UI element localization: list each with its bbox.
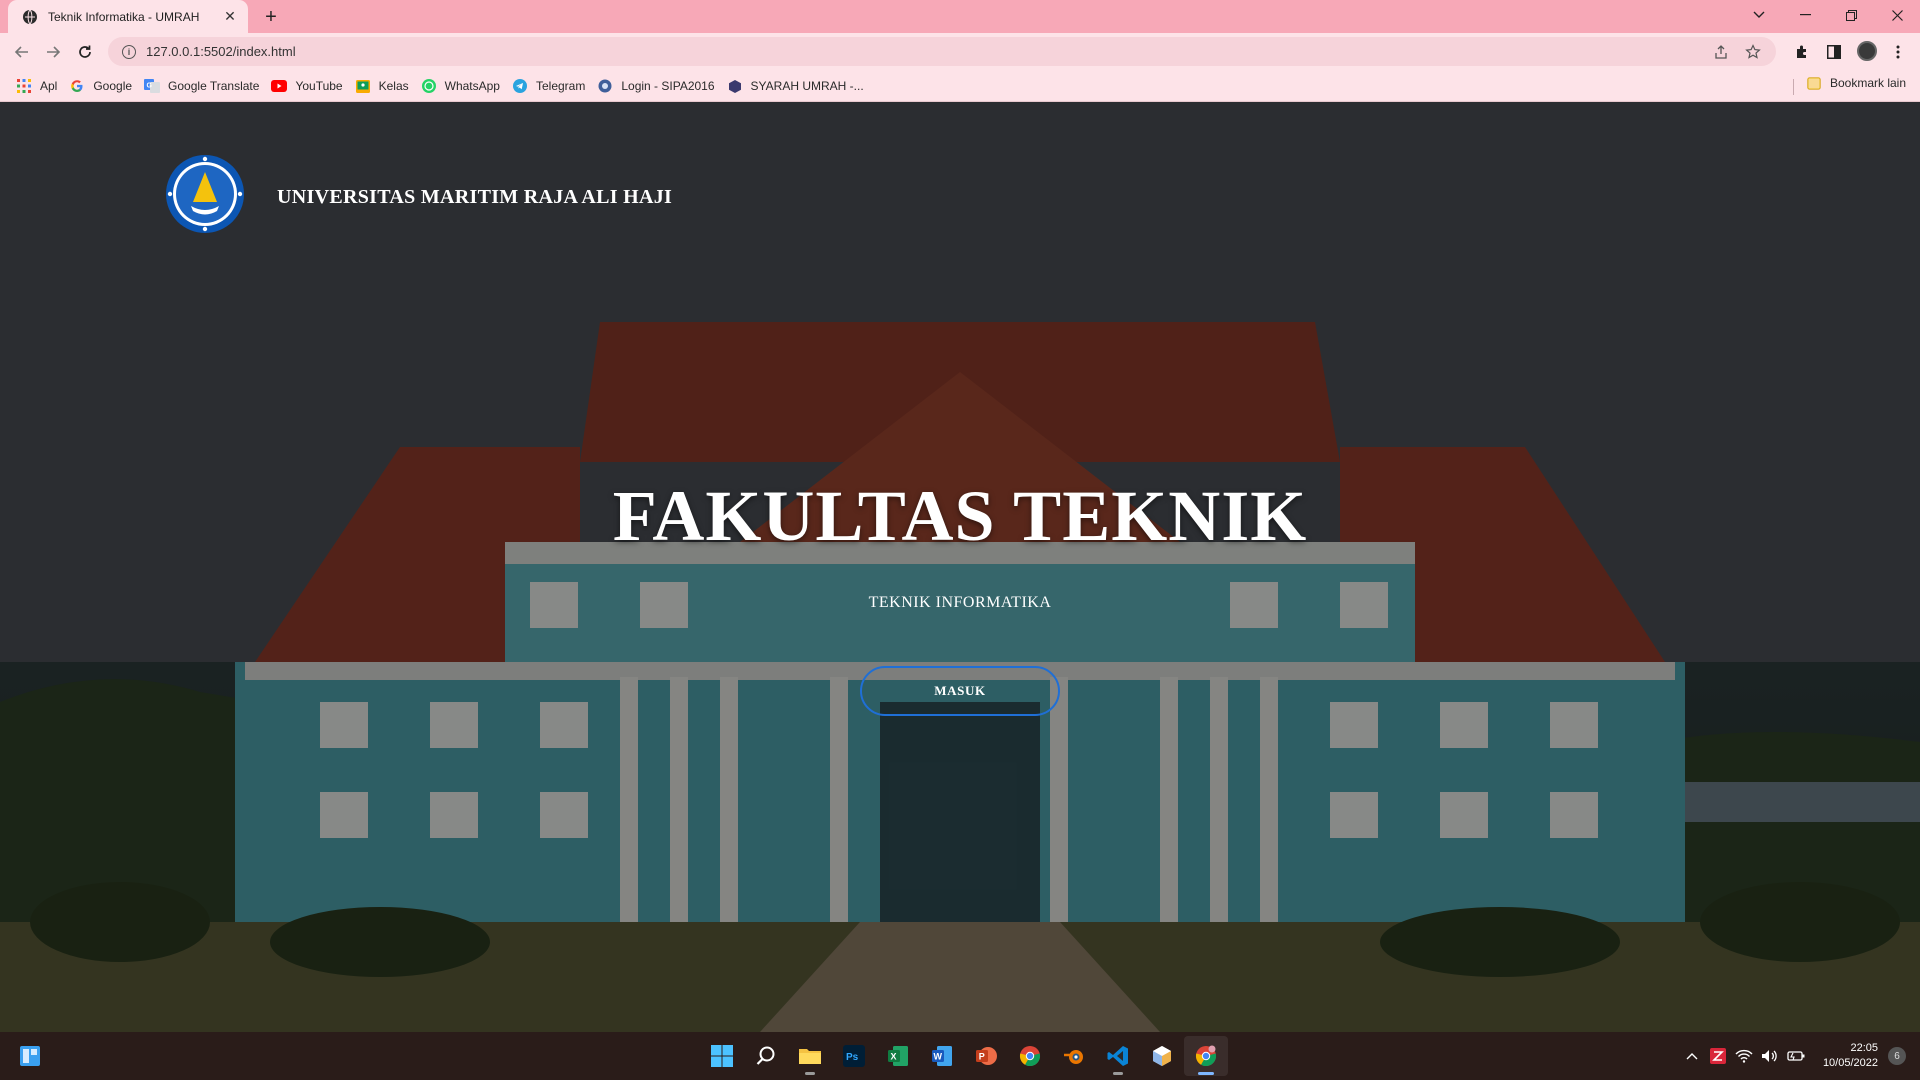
svg-text:Ps: Ps [846,1052,859,1063]
bookmark-label: YouTube [295,79,343,93]
masuk-button[interactable]: MASUK [860,666,1060,716]
vscode-icon[interactable] [1096,1036,1140,1076]
bookmark-star-icon[interactable] [1744,43,1762,61]
bookmark-label: Login - SIPA2016 [621,79,715,93]
google-icon [69,78,85,94]
close-window-icon[interactable] [1875,0,1919,30]
extensions-icon[interactable] [1792,42,1812,62]
whatsapp-icon [421,78,437,94]
apps-grid-icon [16,78,32,94]
address-url[interactable]: 127.0.0.1:5502/index.html [146,44,1698,59]
app-tray-icon[interactable] [1707,1045,1729,1067]
bookmark-sipa[interactable]: Login - SIPA2016 [593,74,722,98]
minimize-icon[interactable] [1783,0,1827,30]
notification-badge[interactable]: 6 [1888,1047,1906,1065]
hero-subtitle: TEKNIK INFORMATIKA [868,594,1052,611]
profile-avatar[interactable] [1857,41,1877,61]
globe-icon [22,9,38,25]
reload-icon[interactable] [73,40,97,64]
menu-kebab-icon[interactable] [1888,42,1908,62]
bookmark-label: Google [93,79,133,93]
powerpoint-icon[interactable]: P [964,1036,1008,1076]
other-bookmarks[interactable]: Bookmark lain [1806,75,1906,91]
bookmark-apps[interactable]: Apl [12,74,65,98]
chrome-icon[interactable] [1008,1036,1052,1076]
svg-text:P: P [979,1052,985,1062]
bookmark-label: Apl [40,79,58,93]
sipa-icon [597,78,613,94]
bookmark-telegram[interactable]: Telegram [508,74,593,98]
university-logo [166,155,244,233]
clock-date: 10/05/2022 [1822,1057,1878,1069]
blender-icon[interactable] [1052,1036,1096,1076]
bookmark-whatsapp[interactable]: WhatsApp [417,74,508,98]
svg-text:G: G [147,83,153,90]
browser-tab[interactable]: Teknik Informatika - UMRAH ✕ [8,0,248,33]
dark-overlay [0,102,1920,1032]
photoshop-icon[interactable]: Ps [832,1036,876,1076]
bookmark-kelas[interactable]: Kelas [351,74,417,98]
word-icon[interactable]: W [920,1036,964,1076]
site-name: UNIVERSITAS MARITIM RAJA ALI HAJI [277,186,673,208]
page-viewport: UNIVERSITAS MARITIM RAJA ALI HAJI FAKULT… [0,102,1920,1032]
folder-icon [1806,75,1822,91]
hero-title: FAKULTAS TEKNIK [612,476,1308,556]
svg-text:W: W [934,1052,943,1062]
excel-icon[interactable]: X [876,1036,920,1076]
bookmark-label: Telegram [535,79,586,93]
search-icon[interactable] [744,1036,788,1076]
system-tray: 22:05 10/05/2022 6 [1679,1032,1920,1080]
youtube-icon [271,78,288,94]
bookmarks-bar: Apl Google G Google Translate YouTube Ke… [0,71,1920,102]
address-bar[interactable]: i 127.0.0.1:5502/index.html [108,37,1776,66]
bookmark-label: Google Translate [168,79,260,93]
bookmark-separator [1793,79,1794,95]
clock[interactable]: 22:05 10/05/2022 [1823,1041,1878,1071]
restore-icon[interactable] [1829,0,1873,30]
tab-title: Teknik Informatika - UMRAH [48,9,200,24]
browser-toolbar: i 127.0.0.1:5502/index.html [0,33,1920,71]
close-tab-icon[interactable]: ✕ [222,8,238,25]
cube-app-icon[interactable] [1140,1036,1184,1076]
bookmark-label: WhatsApp [444,79,500,93]
chevron-up-icon[interactable] [1681,1045,1703,1067]
bookmark-label: SYARAH UMRAH -... [750,79,864,93]
clock-time: 22:05 [1850,1042,1878,1054]
bookmark-syarah[interactable]: SYARAH UMRAH -... [723,74,872,98]
windows-start-icon[interactable] [700,1036,744,1076]
bookmark-google[interactable]: Google [65,74,140,98]
new-tab-button[interactable]: + [260,6,282,28]
running-indicator [1113,1072,1123,1075]
other-bookmarks-label: Bookmark lain [1829,76,1906,90]
back-icon[interactable] [10,40,34,64]
running-indicator [805,1072,815,1075]
running-indicator [1198,1072,1214,1075]
chrome-profile-icon[interactable] [1184,1036,1228,1076]
windows-taskbar: Ps X W P 22:05 10/05/2022 6 [0,1032,1920,1080]
tab-search-icon[interactable] [1737,0,1781,30]
widgets-icon[interactable] [18,1044,42,1068]
forward-icon[interactable] [41,40,65,64]
battery-icon[interactable] [1785,1045,1807,1067]
syarah-icon [727,78,743,94]
tab-strip: Teknik Informatika - UMRAH ✕ + [0,0,1920,33]
svg-text:X: X [891,1052,897,1062]
taskbar-apps: Ps X W P [700,1032,1228,1080]
classroom-icon [355,78,371,94]
site-info-icon[interactable]: i [122,44,136,59]
bookmark-youtube[interactable]: YouTube [267,74,350,98]
google-translate-icon: G [144,78,161,94]
bookmark-label: Kelas [378,79,409,93]
file-explorer-icon[interactable] [788,1036,832,1076]
bookmark-google-translate[interactable]: G Google Translate [140,74,267,98]
telegram-icon [512,78,528,94]
volume-icon[interactable] [1759,1045,1781,1067]
share-icon[interactable] [1712,43,1730,61]
wifi-icon[interactable] [1733,1045,1755,1067]
side-panel-icon[interactable] [1824,42,1844,62]
